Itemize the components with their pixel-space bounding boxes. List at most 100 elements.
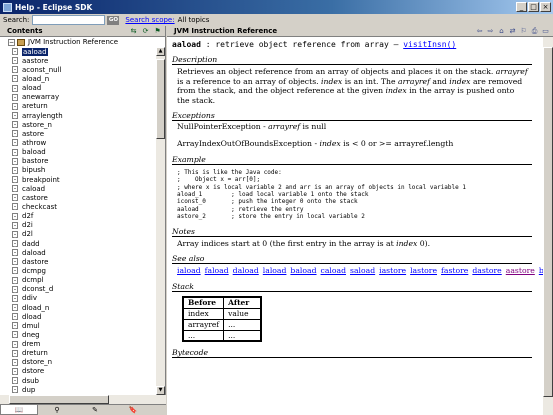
print-icon[interactable]: ⎙ xyxy=(530,27,539,35)
sync-icon[interactable]: ⟳ xyxy=(141,27,150,35)
stack-header-row: Before After xyxy=(182,296,262,309)
document-scroll-thumb[interactable] xyxy=(543,47,553,397)
example-code: ; This is like the Java code: ; Object x… xyxy=(177,168,466,221)
tree-item-caload[interactable]: caload xyxy=(0,184,156,193)
tree-item-dstore[interactable]: dstore xyxy=(0,367,156,376)
close-button[interactable]: × xyxy=(540,2,551,12)
tree-item-dmul[interactable]: dmul xyxy=(0,321,156,330)
tree-item-drem[interactable]: drem xyxy=(0,340,156,349)
tree-item-checkcast[interactable]: checkcast xyxy=(0,202,156,211)
see-also-link-saload[interactable]: saload xyxy=(350,266,375,275)
maximize-view-icon[interactable]: ▭ xyxy=(541,27,550,35)
link-with-contents-icon[interactable]: ⇆ xyxy=(129,27,138,35)
tree-item-anewarray[interactable]: anewarray xyxy=(0,93,156,102)
tree-item-astore[interactable]: astore xyxy=(0,129,156,138)
show-in-toc-icon[interactable]: ⇄ xyxy=(508,27,517,35)
tree-item-dcmpg[interactable]: dcmpg xyxy=(0,266,156,275)
see-also-link-fastore[interactable]: fastore xyxy=(441,266,468,275)
see-also-link-faload[interactable]: faload xyxy=(205,266,229,275)
tree-item-athrow[interactable]: athrow xyxy=(0,138,156,147)
tree-item-dconst-d[interactable]: dconst_d xyxy=(0,285,156,294)
document-vertical-scrollbar[interactable] xyxy=(543,37,553,415)
stack-cell: value xyxy=(223,307,262,320)
contents-scroll-thumb[interactable] xyxy=(156,59,165,139)
tree-item-daload[interactable]: daload xyxy=(0,248,156,257)
tree-item-aload[interactable]: aload xyxy=(0,84,156,93)
search-scope-label[interactable]: Search scope: xyxy=(125,16,174,24)
table-row: index value xyxy=(182,307,262,320)
go-button[interactable]: GO xyxy=(107,15,120,25)
back-icon[interactable]: ⇦ xyxy=(475,27,484,35)
tree-item-dload[interactable]: dload xyxy=(0,312,156,321)
tree-item-dstore-n[interactable]: dstore_n xyxy=(0,358,156,367)
tree-item-bastore[interactable]: bastore xyxy=(0,157,156,166)
tree-item-aaload[interactable]: aaload xyxy=(0,47,156,56)
scroll-up-arrow-icon[interactable]: ▲ xyxy=(156,47,165,56)
bookmark-icon[interactable]: ⚑ xyxy=(153,27,162,35)
document-icon xyxy=(12,267,18,275)
tree-item-dup[interactable]: dup xyxy=(0,385,156,394)
visitinsn-link[interactable]: visitInsn() xyxy=(403,40,456,49)
tree-item-ddiv[interactable]: ddiv xyxy=(0,294,156,303)
tree-item-astore-n[interactable]: astore_n xyxy=(0,120,156,129)
collapse-icon[interactable]: − xyxy=(8,38,15,46)
minimize-button[interactable]: _ xyxy=(516,2,527,12)
links-tab[interactable]: ✎ xyxy=(76,405,114,415)
document-icon xyxy=(12,285,18,293)
see-also-link-aastore[interactable]: aastore xyxy=(506,266,535,275)
document-icon xyxy=(12,102,18,110)
description-term: index xyxy=(385,86,407,96)
tree-item-aconst-null[interactable]: aconst_null xyxy=(0,65,156,74)
document-icon xyxy=(12,212,18,220)
tree-item-label: aload xyxy=(22,84,42,93)
tree-item-d2i[interactable]: d2i xyxy=(0,221,156,230)
forward-icon[interactable]: ⇨ xyxy=(486,27,495,35)
tree-item-aload-n[interactable]: aload_n xyxy=(0,74,156,83)
tree-item-dneg[interactable]: dneg xyxy=(0,330,156,339)
search-scope-link[interactable]: Search scope: xyxy=(125,16,177,24)
tree-item-d2f[interactable]: d2f xyxy=(0,212,156,221)
tree-item-dcmpl[interactable]: dcmpl xyxy=(0,276,156,285)
tree-item-castore[interactable]: castore xyxy=(0,193,156,202)
see-also-link-iaload[interactable]: iaload xyxy=(177,266,201,275)
tree-item-dastore[interactable]: dastore xyxy=(0,257,156,266)
document-icon xyxy=(12,112,18,120)
see-also-link-caload[interactable]: caload xyxy=(321,266,346,275)
tree-root[interactable]: − JVM Instruction Reference xyxy=(0,37,165,47)
tree-item-d2l[interactable]: d2l xyxy=(0,230,156,239)
tree-item-dadd[interactable]: dadd xyxy=(0,239,156,248)
tree-item-baload[interactable]: baload xyxy=(0,148,156,157)
see-also-link-iastore[interactable]: iastore xyxy=(379,266,406,275)
contents-vertical-scrollbar[interactable]: ▲ ▼ xyxy=(156,47,165,395)
notes-heading: Notes xyxy=(172,227,532,237)
scroll-down-arrow-icon[interactable]: ▼ xyxy=(156,386,165,395)
navigation-tabs: 📖 ⚲ ✎ 🔖 xyxy=(0,404,166,415)
tree-item-dreturn[interactable]: dreturn xyxy=(0,349,156,358)
tree-item-areturn[interactable]: areturn xyxy=(0,102,156,111)
tree-item-bipush[interactable]: bipush xyxy=(0,166,156,175)
contents-tab[interactable]: 📖 xyxy=(0,405,38,415)
tree-item-dsub[interactable]: dsub xyxy=(0,376,156,385)
tree-item-label: dconst_d xyxy=(22,285,54,294)
see-also-link-baload[interactable]: baload xyxy=(290,266,316,275)
contents-hscroll-thumb[interactable] xyxy=(9,395,109,404)
see-also-link-daload[interactable]: daload xyxy=(233,266,259,275)
tree-item-aastore[interactable]: aastore xyxy=(0,56,156,65)
contents-horizontal-scrollbar[interactable] xyxy=(0,395,166,404)
bookmarks-tab[interactable]: 🔖 xyxy=(114,405,152,415)
maximize-button[interactable]: □ xyxy=(528,2,539,12)
see-also-link-lastore[interactable]: lastore xyxy=(410,266,437,275)
see-also-link-dastore[interactable]: dastore xyxy=(472,266,501,275)
search-input[interactable] xyxy=(32,15,106,25)
see-also-link-laload[interactable]: laload xyxy=(263,266,287,275)
tree-item-arraylength[interactable]: arraylength xyxy=(0,111,156,120)
home-icon[interactable]: ⌂ xyxy=(497,27,506,35)
search-scope-value: All topics xyxy=(177,16,210,24)
description-sentence-1: Retrieves an object reference from an ar… xyxy=(177,67,494,77)
bookmark-document-icon[interactable]: ⚐ xyxy=(519,27,528,35)
search-results-tab[interactable]: ⚲ xyxy=(38,405,76,415)
document-icon xyxy=(12,139,18,147)
tree-item-dload-n[interactable]: dload_n xyxy=(0,303,156,312)
description-term: index xyxy=(449,76,471,86)
tree-item-breakpoint[interactable]: breakpoint xyxy=(0,175,156,184)
